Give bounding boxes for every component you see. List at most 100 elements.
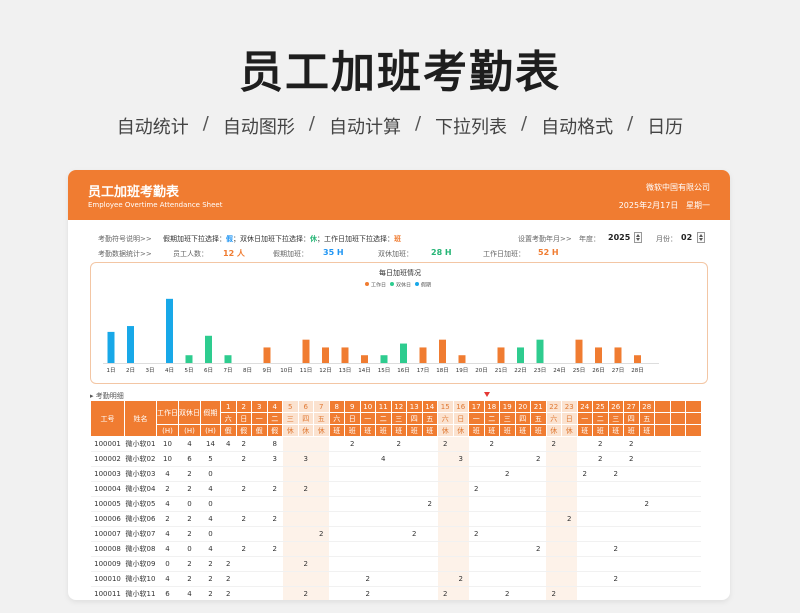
day-cell[interactable] (561, 571, 577, 587)
day-cell[interactable]: 2 (499, 466, 515, 482)
day-cell[interactable] (592, 466, 608, 482)
day-cell[interactable] (220, 481, 236, 497)
day-cell[interactable] (282, 571, 298, 587)
day-cell[interactable] (220, 496, 236, 512)
type-header[interactable]: 休 (452, 424, 469, 437)
day-cell[interactable]: 2 (220, 571, 236, 587)
day-cell[interactable] (406, 571, 422, 587)
day-cell[interactable] (282, 496, 298, 512)
day-cell[interactable]: 4 (220, 436, 236, 452)
type-header[interactable]: 班 (499, 424, 516, 437)
day-cell[interactable] (530, 496, 546, 512)
day-cell[interactable] (453, 526, 469, 542)
day-cell[interactable]: 2 (484, 436, 500, 452)
day-cell[interactable] (592, 526, 608, 542)
day-cell[interactable] (236, 556, 252, 572)
day-cell[interactable] (329, 481, 345, 497)
day-cell[interactable]: 2 (608, 466, 624, 482)
day-cell[interactable] (515, 451, 531, 467)
day-cell[interactable] (577, 481, 593, 497)
day-cell[interactable] (468, 541, 484, 557)
day-cell[interactable] (639, 541, 655, 557)
day-cell[interactable] (561, 556, 577, 572)
day-cell[interactable] (422, 436, 438, 452)
day-cell[interactable] (468, 496, 484, 512)
day-cell[interactable] (577, 556, 593, 572)
day-cell[interactable]: 2 (344, 436, 360, 452)
day-cell[interactable] (499, 541, 515, 557)
type-header[interactable]: 班 (576, 424, 593, 437)
day-cell[interactable] (546, 556, 562, 572)
day-cell[interactable] (251, 556, 267, 572)
day-cell[interactable]: 2 (360, 586, 376, 600)
day-cell[interactable] (499, 436, 515, 452)
day-cell[interactable] (422, 556, 438, 572)
day-cell[interactable] (608, 436, 624, 452)
day-cell[interactable] (561, 526, 577, 542)
day-cell[interactable]: 2 (313, 526, 329, 542)
type-header[interactable]: 班 (607, 424, 624, 437)
day-cell[interactable]: 2 (236, 451, 252, 467)
day-cell[interactable] (437, 466, 453, 482)
type-header[interactable]: 班 (638, 424, 655, 437)
day-cell[interactable] (530, 556, 546, 572)
day-cell[interactable]: 2 (499, 586, 515, 600)
day-cell[interactable] (391, 526, 407, 542)
day-cell[interactable] (298, 541, 314, 557)
day-cell[interactable] (406, 496, 422, 512)
day-cell[interactable] (282, 481, 298, 497)
day-cell[interactable] (453, 541, 469, 557)
day-cell[interactable] (453, 511, 469, 527)
day-cell[interactable] (360, 511, 376, 527)
day-cell[interactable] (313, 466, 329, 482)
type-header[interactable]: 班 (623, 424, 640, 437)
day-cell[interactable]: 2 (236, 541, 252, 557)
day-cell[interactable] (422, 481, 438, 497)
day-cell[interactable] (329, 451, 345, 467)
type-header[interactable]: 班 (390, 424, 407, 437)
day-cell[interactable] (344, 466, 360, 482)
day-cell[interactable] (623, 481, 639, 497)
day-cell[interactable] (375, 436, 391, 452)
day-cell[interactable] (251, 526, 267, 542)
day-cell[interactable] (515, 436, 531, 452)
day-cell[interactable]: 2 (577, 466, 593, 482)
day-cell[interactable] (608, 556, 624, 572)
day-cell[interactable] (344, 526, 360, 542)
day-cell[interactable] (236, 571, 252, 587)
day-cell[interactable]: 2 (360, 571, 376, 587)
day-cell[interactable] (561, 496, 577, 512)
day-cell[interactable]: 2 (267, 541, 283, 557)
day-cell[interactable] (406, 481, 422, 497)
day-cell[interactable] (313, 436, 329, 452)
day-cell[interactable] (546, 526, 562, 542)
day-cell[interactable] (313, 556, 329, 572)
day-cell[interactable] (592, 496, 608, 512)
day-cell[interactable] (561, 541, 577, 557)
day-cell[interactable] (344, 496, 360, 512)
day-cell[interactable] (499, 511, 515, 527)
day-cell[interactable] (484, 451, 500, 467)
day-cell[interactable] (623, 586, 639, 600)
day-cell[interactable] (406, 511, 422, 527)
day-cell[interactable] (453, 496, 469, 512)
day-cell[interactable] (437, 511, 453, 527)
day-cell[interactable] (468, 511, 484, 527)
day-cell[interactable] (639, 466, 655, 482)
day-cell[interactable] (329, 541, 345, 557)
day-cell[interactable] (375, 571, 391, 587)
day-cell[interactable] (391, 466, 407, 482)
day-cell[interactable] (236, 586, 252, 600)
day-cell[interactable] (530, 466, 546, 482)
day-cell[interactable]: 2 (406, 526, 422, 542)
day-cell[interactable]: 2 (422, 496, 438, 512)
day-cell[interactable] (484, 511, 500, 527)
day-cell[interactable] (344, 481, 360, 497)
day-cell[interactable]: 2 (608, 571, 624, 587)
day-cell[interactable] (484, 586, 500, 600)
day-cell[interactable] (422, 586, 438, 600)
day-cell[interactable] (220, 511, 236, 527)
day-cell[interactable]: 2 (298, 586, 314, 600)
day-cell[interactable] (251, 436, 267, 452)
day-cell[interactable] (468, 586, 484, 600)
